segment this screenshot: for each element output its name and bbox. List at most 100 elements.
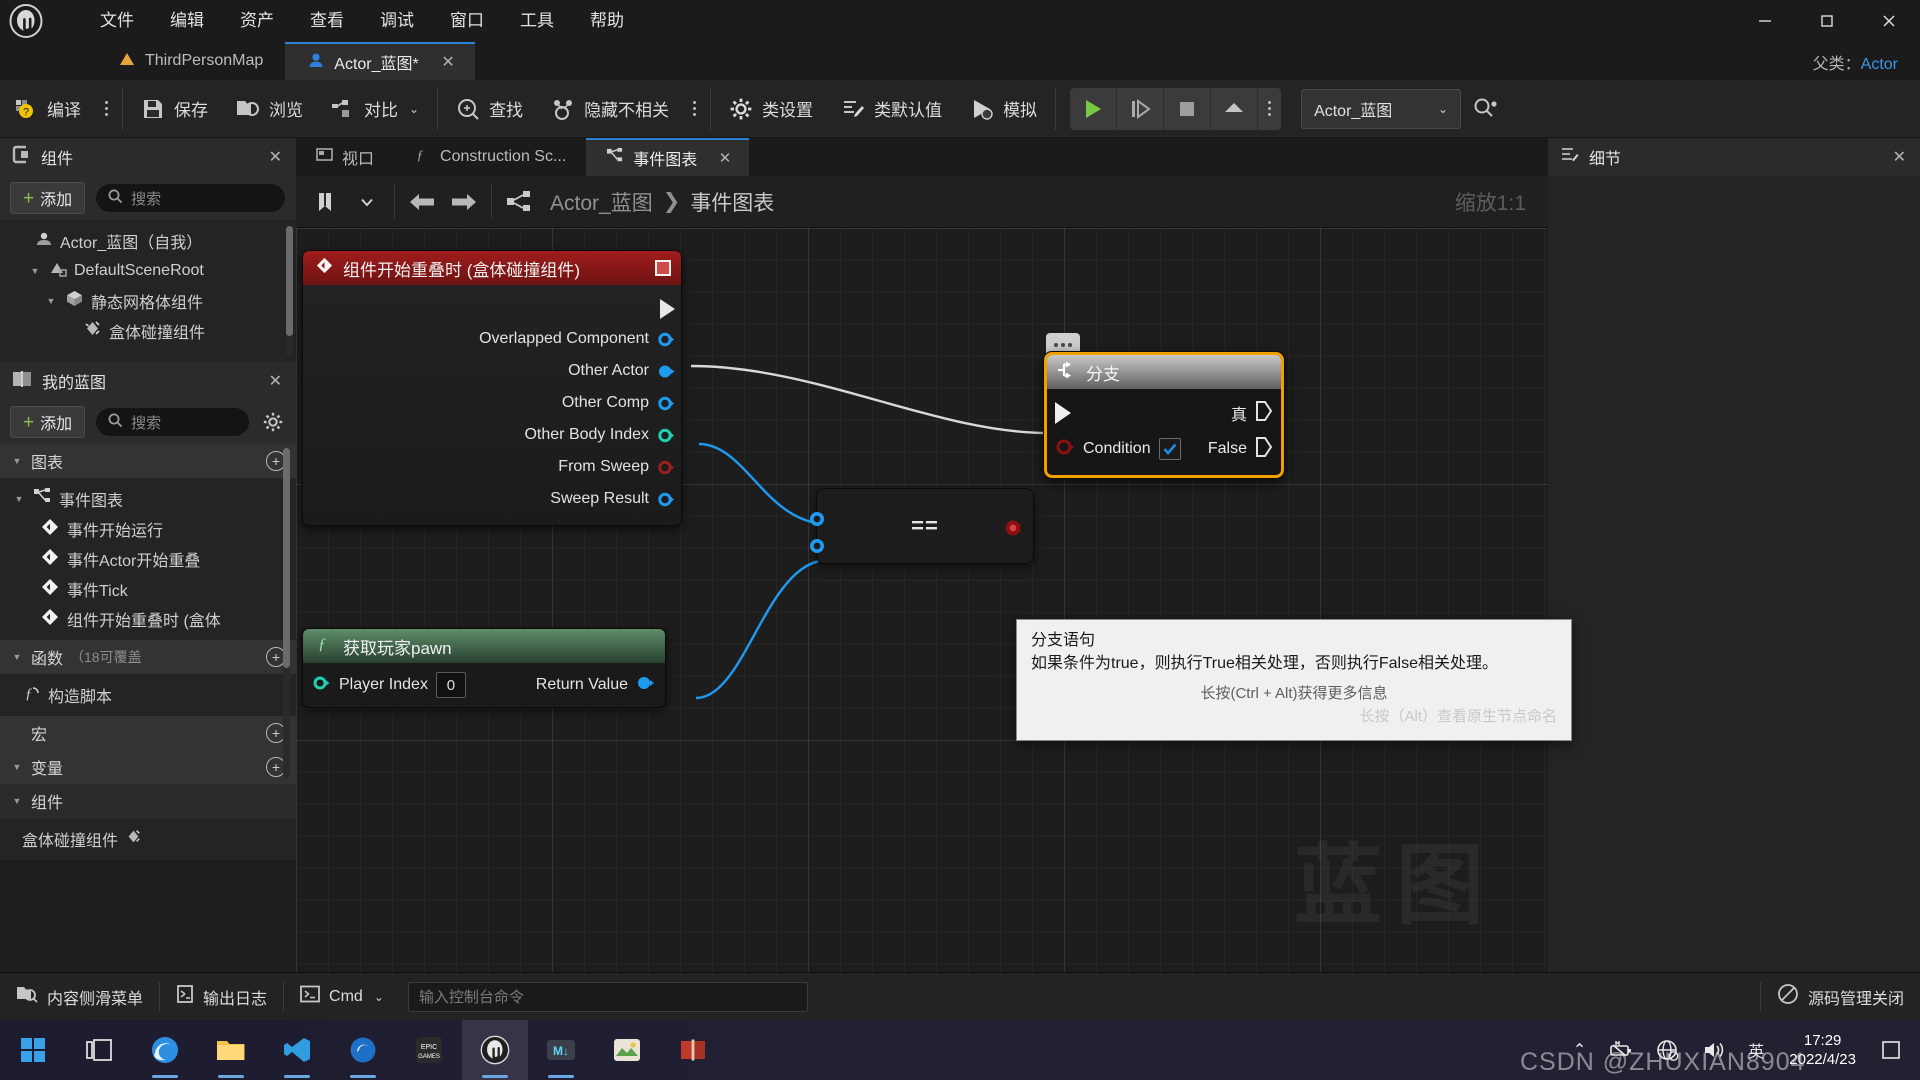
section-macros[interactable]: 宏 +	[0, 716, 296, 750]
source-control-button[interactable]: 源码管理关闭	[1761, 973, 1920, 1021]
object-pin-icon-connected[interactable]	[658, 363, 675, 380]
tab-thirdpersonmap[interactable]: ThirdPersonMap	[96, 42, 285, 80]
menu-item-help[interactable]: 帮助	[572, 6, 642, 36]
pin-row-other-comp[interactable]: Other Comp	[303, 387, 681, 419]
minimize-button[interactable]	[1734, 0, 1796, 42]
output-log-button[interactable]: 输出日志	[160, 973, 283, 1021]
section-graphs[interactable]: ▼ 图表 +	[0, 444, 296, 478]
details-panel-close-icon[interactable]: ✕	[1893, 147, 1906, 167]
equals-output-pin[interactable]	[1003, 518, 1023, 543]
network-icon[interactable]	[1645, 1020, 1691, 1080]
compile-options-button[interactable]	[95, 101, 118, 116]
tab-actor-blueprint[interactable]: Actor_蓝图* ✕	[285, 42, 475, 80]
eject-button[interactable]	[1211, 88, 1257, 130]
section-variables[interactable]: ▼ 变量 +	[0, 750, 296, 784]
int-pin-icon[interactable]	[658, 427, 675, 444]
components-search-input[interactable]: 搜索	[95, 183, 286, 213]
chevron-down-icon[interactable]	[346, 181, 388, 223]
tree-item-component-begin-overlap[interactable]: 组件开始重叠时 (盒体	[0, 604, 296, 634]
section-functions[interactable]: ▼ 函数 （18可覆盖 +	[0, 640, 296, 674]
epic-games-icon[interactable]: EPIC GAMES	[396, 1020, 462, 1080]
cmd-dropdown-button[interactable]: Cmd ⌄	[284, 973, 400, 1021]
tree-item-event-tick[interactable]: 事件Tick	[0, 574, 296, 604]
tray-expand-icon[interactable]: ⌃	[1562, 1020, 1597, 1080]
my-blueprint-settings-button[interactable]	[260, 409, 286, 435]
blueprint-canvas[interactable]: 组件开始重叠时 (盒体碰撞组件) Overlapped Component Ot…	[296, 228, 1548, 972]
tab-close-icon[interactable]: ✕	[719, 149, 732, 167]
back-arrow-icon[interactable]	[401, 181, 443, 223]
my-blueprint-scrollbar-thumb[interactable]	[283, 448, 290, 668]
pin-row-other-actor[interactable]: Other Actor	[303, 355, 681, 387]
node-component-begin-overlap[interactable]: 组件开始重叠时 (盒体碰撞组件) Overlapped Component Ot…	[302, 250, 682, 526]
tree-item-event-graph[interactable]: ▼ 事件图表	[0, 484, 296, 514]
menu-item-debug[interactable]: 调试	[362, 6, 432, 36]
equals-input-pin-b[interactable]	[807, 536, 827, 561]
simulate-button[interactable]: 模拟	[956, 85, 1051, 133]
components-panel-close-icon[interactable]: ✕	[269, 147, 282, 167]
ime-indicator[interactable]: 英	[1737, 1020, 1775, 1080]
menu-item-assets[interactable]: 资产	[222, 6, 292, 36]
object-pin-icon[interactable]	[658, 395, 675, 412]
console-command-input[interactable]: 输入控制台命令	[407, 981, 808, 1012]
debug-object-search-button[interactable]	[1473, 97, 1499, 121]
chevron-down-icon[interactable]: ⌄	[409, 102, 419, 116]
tab-construction-script[interactable]: ƒ Construction Sc...	[394, 138, 586, 176]
play-options-button[interactable]	[1258, 101, 1281, 116]
vscode-icon[interactable]	[264, 1020, 330, 1080]
pin-row-overlapped-component[interactable]: Overlapped Component	[303, 323, 681, 355]
pin-row-from-sweep[interactable]: From Sweep	[303, 451, 681, 483]
hide-unrelated-options-button[interactable]	[683, 101, 706, 116]
pin-row-other-body-index[interactable]: Other Body Index	[303, 419, 681, 451]
forward-arrow-icon[interactable]	[443, 181, 485, 223]
tree-item-construction-script[interactable]: ƒ 构造脚本	[0, 680, 296, 710]
browse-button[interactable]: 浏览	[222, 85, 317, 133]
menu-item-view[interactable]: 查看	[292, 6, 362, 36]
tree-item-static-mesh-component[interactable]: ▼ 静态网格体组件	[0, 286, 296, 316]
my-blueprint-search-input[interactable]: 搜索	[95, 407, 250, 437]
pin-row-exec-out[interactable]	[303, 291, 681, 323]
bool-pin-icon[interactable]	[658, 459, 675, 476]
int-pin-icon[interactable]	[313, 674, 331, 697]
equals-input-pin-a[interactable]	[807, 509, 827, 534]
blueprint-selector-dropdown[interactable]: Actor_蓝图 ⌄	[1301, 88, 1462, 129]
tree-item-event-begin-play[interactable]: 事件开始运行	[0, 514, 296, 544]
menu-item-tools[interactable]: 工具	[502, 6, 572, 36]
breadcrumb-item-blueprint[interactable]: Actor_蓝图	[550, 187, 653, 217]
book-icon[interactable]	[660, 1020, 726, 1080]
components-scrollbar-thumb[interactable]	[286, 226, 293, 336]
unknown-blue-icon[interactable]	[330, 1020, 396, 1080]
tree-item-default-scene-root[interactable]: ▼ DefaultSceneRoot	[0, 256, 296, 286]
tree-item-box-collision-component[interactable]: 盒体碰撞组件	[0, 316, 296, 346]
task-view-icon[interactable]	[66, 1020, 132, 1080]
edge-icon[interactable]	[132, 1020, 198, 1080]
branch-exec-in-pin[interactable]	[1055, 402, 1071, 424]
maximize-button[interactable]	[1796, 0, 1858, 42]
node-delegate-pin[interactable]	[655, 260, 671, 276]
struct-pin-icon[interactable]	[658, 491, 675, 508]
notification-center-icon[interactable]	[1870, 1020, 1912, 1080]
menu-item-edit[interactable]: 编辑	[152, 6, 222, 36]
node-branch[interactable]: 分支 真 Condition False	[1044, 352, 1284, 478]
my-blueprint-add-button[interactable]: + 添加	[10, 406, 86, 438]
object-pin-icon[interactable]	[658, 331, 675, 348]
node-equals[interactable]: ==	[810, 488, 1034, 564]
my-blueprint-panel-close-icon[interactable]: ✕	[269, 371, 282, 391]
tree-item-actor-self[interactable]: Actor_蓝图（自我）	[0, 226, 296, 256]
file-explorer-icon[interactable]	[198, 1020, 264, 1080]
twisty-icon[interactable]: ▼	[12, 492, 26, 506]
find-button[interactable]: 查找	[442, 85, 537, 133]
exec-out-pin[interactable]	[660, 299, 675, 319]
branch-false-pin[interactable]	[1255, 436, 1273, 463]
play-button[interactable]	[1070, 88, 1116, 130]
bookmark-icon[interactable]	[304, 181, 346, 223]
pin-row-sweep-result[interactable]: Sweep Result	[303, 483, 681, 515]
branch-true-pin[interactable]	[1255, 400, 1273, 427]
diff-button[interactable]: 对比 ⌄	[317, 85, 433, 133]
battery-icon[interactable]	[1597, 1020, 1645, 1080]
twisty-icon[interactable]: ▼	[44, 294, 58, 308]
taskbar-clock[interactable]: 17:29 2022/4/23	[1775, 1031, 1870, 1069]
tab-close-icon[interactable]: ✕	[441, 52, 454, 72]
bool-pin-icon[interactable]	[1055, 437, 1075, 462]
close-button[interactable]	[1858, 0, 1920, 42]
content-drawer-button[interactable]: 内容侧滑菜单	[0, 973, 159, 1021]
